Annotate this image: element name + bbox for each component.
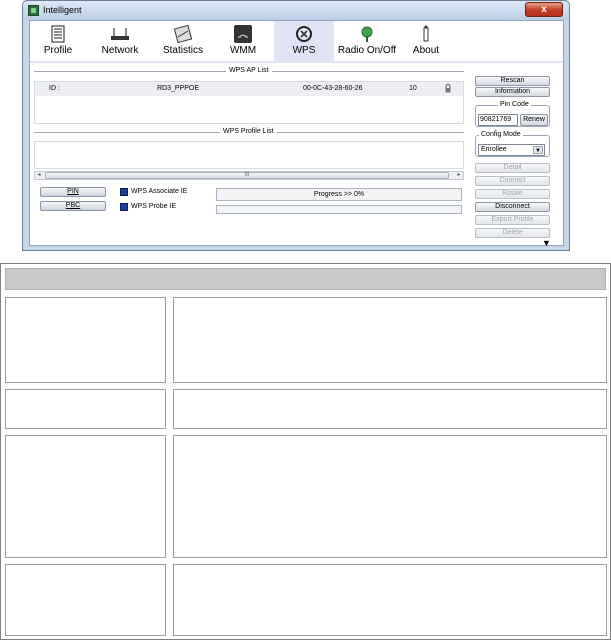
rescan-button[interactable]: Rescan bbox=[475, 76, 550, 86]
table-cell-desc-2 bbox=[173, 389, 607, 429]
detail-button[interactable]: Detail bbox=[475, 163, 550, 173]
wps-ap-list[interactable]: ID : RD3_PPPOE 00-0C-43-28-60-26 10 bbox=[34, 81, 464, 124]
table-cell-desc-3 bbox=[173, 435, 607, 558]
pbc-button[interactable]: PBC bbox=[40, 201, 106, 211]
config-mode-title: Config Mode bbox=[479, 131, 523, 138]
ap-id-label: ID : bbox=[49, 85, 60, 92]
table-cell-desc-4 bbox=[173, 564, 607, 636]
pin-code-group: Pin Code 90821769 Renew bbox=[475, 101, 550, 127]
rotate-button[interactable]: Rotate bbox=[475, 189, 550, 199]
tab-statistics-label: Statistics bbox=[162, 45, 203, 56]
tab-profile-label: Profile bbox=[43, 45, 73, 56]
ap-ssid: RD3_PPPOE bbox=[157, 85, 200, 92]
radio-icon bbox=[361, 26, 373, 42]
lock-icon bbox=[445, 84, 451, 93]
tab-wps-label: WPS bbox=[292, 45, 316, 56]
wps-probe-ie-label: WPS Probe IE bbox=[131, 203, 177, 210]
chevron-down-icon[interactable]: ▼ bbox=[533, 146, 543, 154]
connect-button[interactable]: Connect bbox=[475, 176, 550, 186]
tab-profile[interactable]: Profile bbox=[34, 21, 82, 61]
wps-profile-list[interactable] bbox=[34, 141, 464, 169]
delete-button[interactable]: Delete bbox=[475, 228, 550, 238]
toolbar: Profile Network Statistics WMM WPS Radio… bbox=[30, 21, 563, 61]
scroll-thumb[interactable]: III bbox=[45, 172, 449, 179]
table-cell-desc-1 bbox=[173, 297, 607, 383]
window-title: Intelligent bbox=[43, 5, 82, 15]
wps-probe-ie-checkbox[interactable] bbox=[120, 203, 128, 211]
toolbar-divider bbox=[30, 61, 563, 63]
tab-about-label: About bbox=[412, 45, 440, 56]
network-icon bbox=[111, 28, 129, 40]
table-cell-label-1 bbox=[5, 297, 166, 383]
table-cell-label-4 bbox=[5, 564, 166, 636]
table-cell-label-3 bbox=[5, 435, 166, 558]
wps-associate-ie-label: WPS Associate IE bbox=[131, 188, 188, 195]
export-profile-button[interactable]: Export Profile bbox=[475, 215, 550, 225]
disconnect-button[interactable]: Disconnect bbox=[475, 202, 550, 212]
table-header bbox=[5, 268, 606, 290]
tab-wmm-label: WMM bbox=[229, 45, 257, 56]
expand-down-icon[interactable]: ▼ bbox=[542, 238, 551, 248]
progress-bar bbox=[216, 205, 462, 214]
app-logo-icon bbox=[28, 5, 39, 16]
config-mode-group: Config Mode Enrollee ▼ bbox=[475, 131, 550, 157]
app-window: Intelligent x Profile Network Statistics… bbox=[22, 0, 570, 251]
tab-network-label: Network bbox=[101, 45, 139, 56]
about-icon bbox=[423, 25, 429, 42]
wps-icon bbox=[296, 26, 312, 42]
pin-code-field[interactable]: 90821769 bbox=[478, 114, 518, 126]
statistics-icon bbox=[173, 25, 193, 43]
tab-wps[interactable]: WPS bbox=[274, 21, 334, 61]
tab-radio-label: Radio On/Off bbox=[337, 45, 397, 56]
tab-wmm[interactable]: WMM bbox=[224, 21, 262, 61]
ap-channel: 10 bbox=[409, 85, 417, 92]
pin-code-title: Pin Code bbox=[498, 101, 531, 108]
description-table bbox=[0, 263, 611, 640]
table-cell-label-2 bbox=[5, 389, 166, 429]
ap-bssid: 00-0C-43-28-60-26 bbox=[303, 85, 363, 92]
renew-button[interactable]: Renew bbox=[520, 114, 548, 126]
profile-icon bbox=[51, 25, 65, 43]
tab-about[interactable]: About bbox=[409, 21, 443, 61]
config-mode-value: Enrollee bbox=[481, 146, 507, 153]
progress-status: Progress >> 0% bbox=[216, 188, 462, 201]
tab-network[interactable]: Network bbox=[92, 21, 148, 61]
tab-radio-on-off[interactable]: Radio On/Off bbox=[335, 21, 399, 61]
scroll-left-icon[interactable]: ◂ bbox=[35, 172, 43, 179]
config-mode-select[interactable]: Enrollee ▼ bbox=[478, 144, 545, 156]
ap-list-row[interactable]: ID : RD3_PPPOE 00-0C-43-28-60-26 10 bbox=[35, 82, 463, 96]
horizontal-scrollbar[interactable]: ◂ III ▸ bbox=[34, 171, 464, 180]
information-button[interactable]: Information bbox=[475, 87, 550, 97]
tab-statistics[interactable]: Statistics bbox=[156, 21, 210, 61]
client-area: Profile Network Statistics WMM WPS Radio… bbox=[29, 20, 564, 248]
pin-button[interactable]: PIN bbox=[40, 187, 106, 197]
title-bar[interactable]: Intelligent x bbox=[23, 1, 569, 20]
wps-profile-list-title: WPS Profile List bbox=[220, 128, 277, 135]
wps-ap-list-title: WPS AP List bbox=[226, 67, 272, 74]
wmm-icon bbox=[234, 25, 252, 43]
wps-associate-ie-checkbox[interactable] bbox=[120, 188, 128, 196]
scroll-right-icon[interactable]: ▸ bbox=[455, 172, 463, 179]
close-button[interactable]: x bbox=[525, 2, 563, 17]
